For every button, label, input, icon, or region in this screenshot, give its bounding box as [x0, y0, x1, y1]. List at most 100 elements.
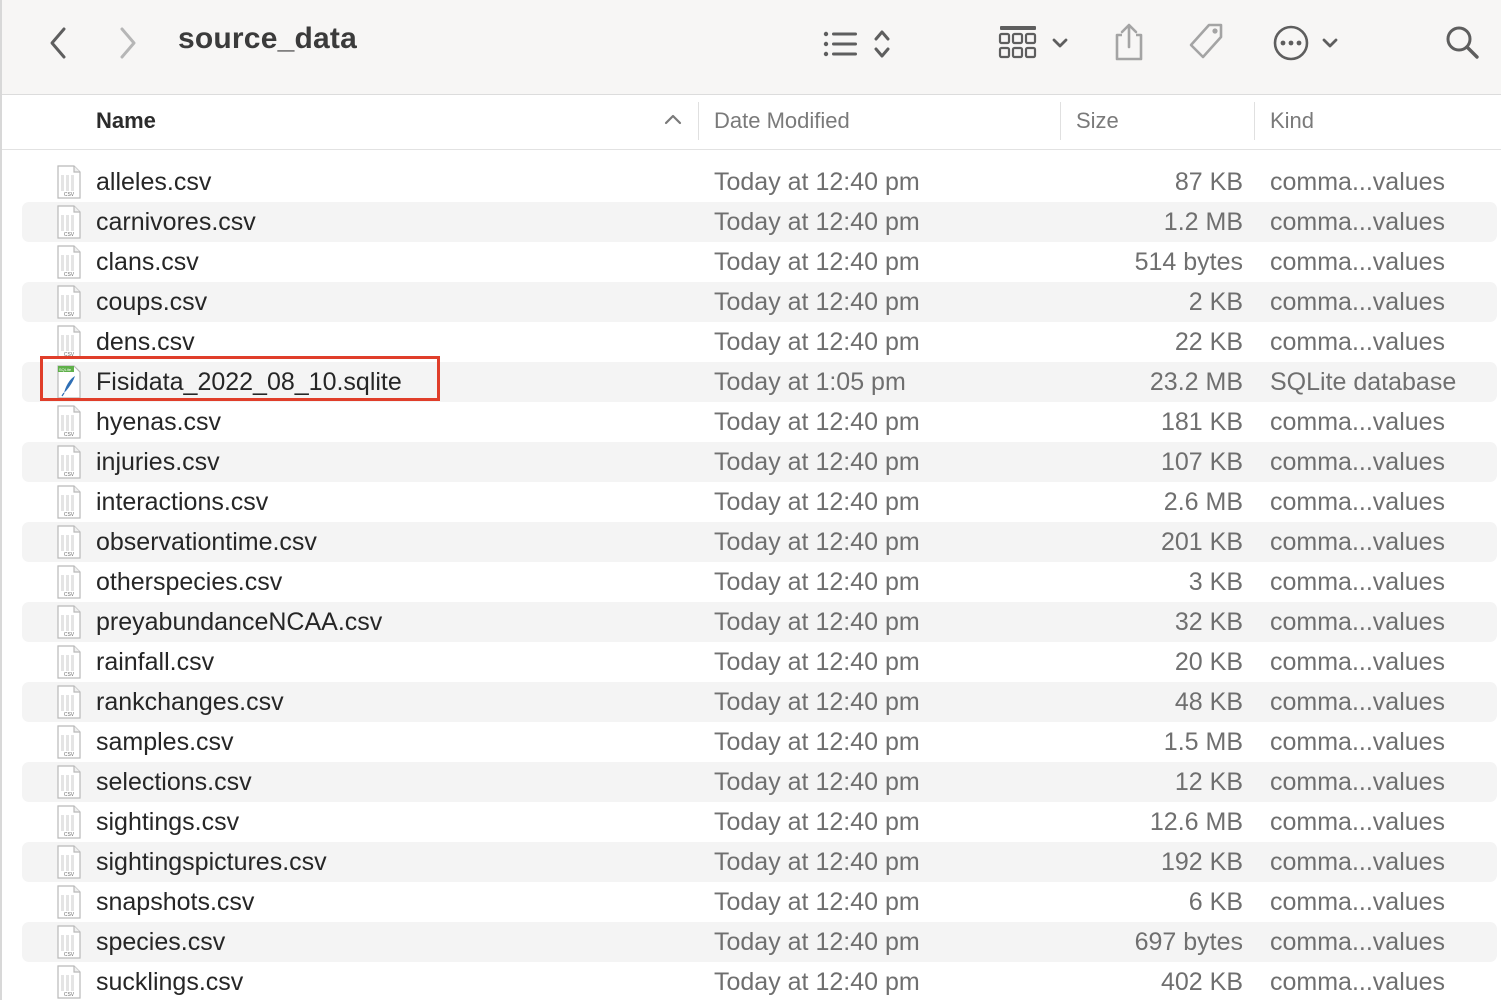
- csv-file-icon: CSV: [57, 885, 81, 919]
- back-button[interactable]: [40, 24, 76, 62]
- csv-icon-label: CSV: [64, 232, 75, 238]
- file-row[interactable]: CSV sightingspictures.csv Today at 12:40 p…: [22, 842, 1497, 882]
- file-date-modified: Today at 12:40 pm: [714, 728, 920, 756]
- csv-icon-label: CSV: [64, 952, 75, 958]
- file-date-modified: Today at 12:40 pm: [714, 848, 920, 876]
- file-row[interactable]: CSV species.csv Today at 12:40 pm 697 bytes…: [22, 922, 1497, 962]
- view-mode-button[interactable]: [818, 24, 898, 64]
- file-kind: comma...values: [1270, 728, 1446, 756]
- tag-icon: [1189, 23, 1223, 59]
- csv-file-icon: CSV: [57, 525, 81, 559]
- file-row[interactable]: CSV preyabundanceNCAA.csv Today at 12:40 p…: [22, 602, 1497, 642]
- file-row[interactable]: CSV injuries.csv Today at 12:40 pm 107 KB co…: [22, 442, 1497, 482]
- csv-file-icon: CSV: [57, 805, 81, 839]
- csv-file-icon: CSV: [56, 565, 82, 599]
- file-row[interactable]: CSV observationtime.csv Today at 12:40 pm 2…: [22, 522, 1497, 562]
- file-name: alleles.csv: [96, 168, 212, 196]
- file-size: 48 KB: [1174, 688, 1243, 716]
- csv-file-icon: CSV: [57, 325, 81, 359]
- sort-ascending-icon[interactable]: [663, 112, 683, 131]
- file-size: 2 KB: [1188, 288, 1243, 316]
- file-date-modified: Today at 12:40 pm: [714, 688, 920, 716]
- file-row[interactable]: CSV selections.csv Today at 12:40 pm 12 KB c…: [22, 762, 1497, 802]
- file-row[interactable]: SQLite Fisidata_2022_08_10.sqlite Today at…: [22, 362, 1497, 402]
- list-view-icon: [823, 30, 890, 58]
- file-size: 12 KB: [1174, 768, 1243, 796]
- csv-file-icon: CSV: [57, 965, 81, 999]
- file-size: 1.2 MB: [1163, 208, 1243, 236]
- csv-file-icon: CSV: [56, 805, 82, 839]
- csv-file-icon: CSV: [56, 885, 82, 919]
- search-icon: [1446, 26, 1479, 59]
- file-row[interactable]: CSV samples.csv Today at 12:40 pm 1.5 MB com…: [22, 722, 1497, 762]
- csv-file-icon: CSV: [57, 445, 81, 479]
- forward-button[interactable]: [110, 24, 146, 62]
- csv-file-icon: CSV: [57, 205, 81, 239]
- file-row[interactable]: CSV otherspecies.csv Today at 12:40 pm 3 KB…: [22, 562, 1497, 602]
- search-button[interactable]: [1442, 22, 1482, 62]
- file-size: 2.6 MB: [1163, 488, 1243, 516]
- file-row[interactable]: CSV interactions.csv Today at 12:40 pm 2.6 …: [22, 482, 1497, 522]
- file-row[interactable]: CSV sucklings.csv Today at 12:40 pm 402 KB c…: [22, 962, 1497, 1000]
- file-row[interactable]: CSV carnivores.csv Today at 12:40 pm 1.2 MB…: [22, 202, 1497, 242]
- file-kind: comma...values: [1270, 448, 1446, 476]
- file-name: injuries.csv: [96, 448, 220, 476]
- column-header-date-modified[interactable]: Date Modified: [714, 108, 850, 134]
- file-row[interactable]: CSV dens.csv Today at 12:40 pm 22 KB comma..…: [22, 322, 1497, 362]
- file-date-modified: Today at 12:40 pm: [714, 528, 920, 556]
- file-size: 697 bytes: [1134, 928, 1243, 956]
- column-header-kind[interactable]: Kind: [1270, 108, 1314, 134]
- file-row[interactable]: CSV sightings.csv Today at 12:40 pm 12.6 MB…: [22, 802, 1497, 842]
- csv-file-icon: CSV: [56, 685, 82, 719]
- column-divider[interactable]: [1060, 102, 1061, 140]
- file-date-modified: Today at 12:40 pm: [714, 768, 920, 796]
- file-name: preyabundanceNCAA.csv: [96, 608, 383, 636]
- file-row[interactable]: CSV snapshots.csv Today at 12:40 pm 6 KB com…: [22, 882, 1497, 922]
- file-row[interactable]: CSV alleles.csv Today at 12:40 pm 87 KB comm…: [22, 162, 1497, 202]
- csv-icon-label: CSV: [64, 432, 75, 438]
- file-date-modified: Today at 12:40 pm: [714, 408, 920, 436]
- tag-button[interactable]: [1186, 20, 1228, 64]
- csv-file-icon: CSV: [57, 725, 81, 759]
- file-kind: comma...values: [1270, 408, 1446, 436]
- csv-file-icon: CSV: [57, 245, 81, 279]
- file-date-modified: Today at 12:40 pm: [714, 608, 920, 636]
- group-button[interactable]: [996, 22, 1072, 64]
- file-name: sightingspictures.csv: [96, 848, 327, 876]
- csv-file-icon: CSV: [57, 405, 81, 439]
- csv-file-icon: CSV: [56, 245, 82, 279]
- more-actions-button[interactable]: [1272, 22, 1344, 64]
- file-date-modified: Today at 12:40 pm: [714, 648, 920, 676]
- csv-file-icon: CSV: [56, 285, 82, 319]
- column-divider[interactable]: [698, 102, 699, 140]
- file-row[interactable]: CSV hyenas.csv Today at 12:40 pm 181 KB comm…: [22, 402, 1497, 442]
- file-size: 514 bytes: [1134, 248, 1243, 276]
- csv-file-icon: CSV: [56, 485, 82, 519]
- csv-icon-label: CSV: [64, 592, 75, 598]
- csv-icon-label: CSV: [64, 472, 75, 478]
- column-header-size[interactable]: Size: [1076, 108, 1119, 134]
- file-kind: comma...values: [1270, 648, 1446, 676]
- file-size: 201 KB: [1160, 528, 1243, 556]
- file-row[interactable]: CSV rankchanges.csv Today at 12:40 pm 48 KB…: [22, 682, 1497, 722]
- file-size: 3 KB: [1188, 568, 1243, 596]
- csv-file-icon: CSV: [56, 445, 82, 479]
- file-name: sightings.csv: [96, 808, 240, 836]
- file-row[interactable]: CSV clans.csv Today at 12:40 pm 514 bytes co…: [22, 242, 1497, 282]
- file-name: observationtime.csv: [96, 528, 317, 556]
- file-name: clans.csv: [96, 248, 199, 276]
- file-name: dens.csv: [96, 328, 195, 356]
- file-row[interactable]: CSV rainfall.csv Today at 12:40 pm 20 KB com…: [22, 642, 1497, 682]
- file-kind: comma...values: [1270, 248, 1446, 276]
- file-date-modified: Today at 12:40 pm: [714, 808, 920, 836]
- csv-icon-label: CSV: [64, 832, 75, 838]
- window-title: source_data: [178, 22, 357, 55]
- file-kind: comma...values: [1270, 528, 1446, 556]
- column-divider[interactable]: [1254, 102, 1255, 140]
- csv-file-icon: CSV: [56, 765, 82, 799]
- csv-file-icon: CSV: [56, 965, 82, 999]
- file-row[interactable]: CSV coups.csv Today at 12:40 pm 2 KB comma..…: [22, 282, 1497, 322]
- share-button[interactable]: [1110, 20, 1148, 64]
- column-header-name[interactable]: Name: [96, 108, 156, 134]
- file-name: sucklings.csv: [96, 968, 244, 996]
